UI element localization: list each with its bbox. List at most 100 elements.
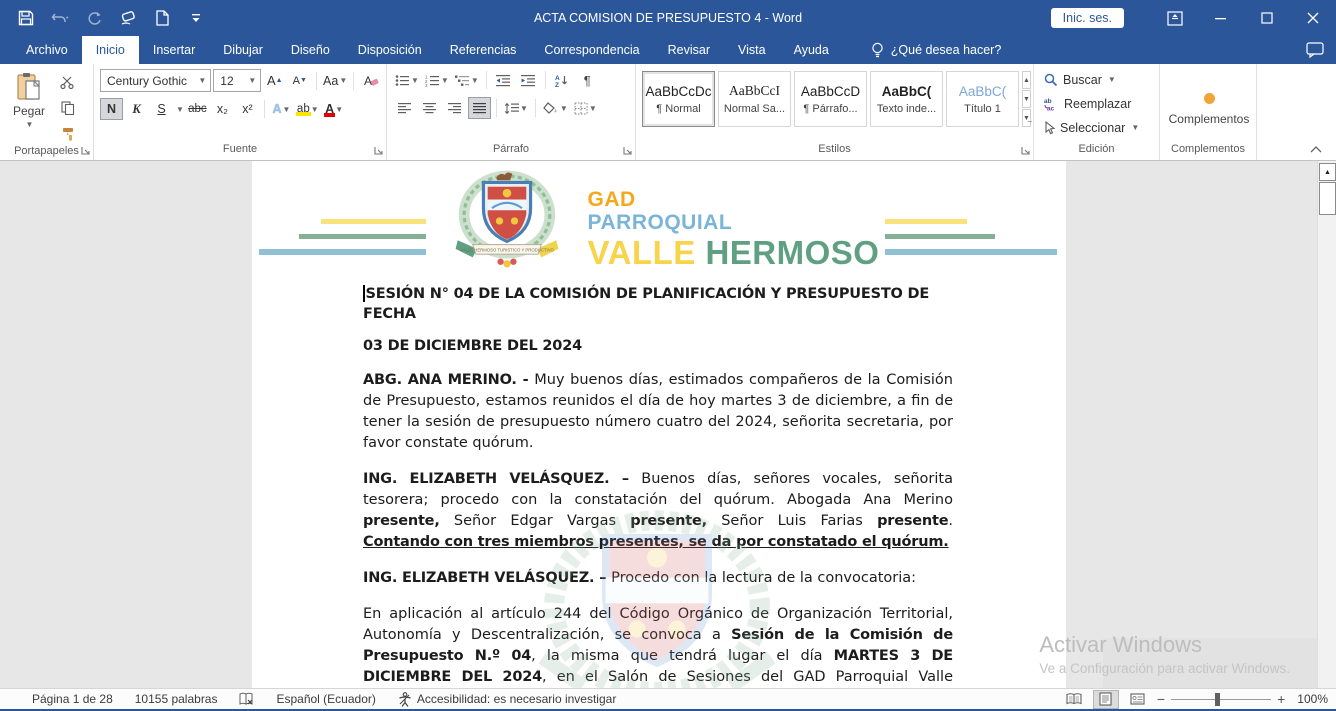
new-document-button[interactable] xyxy=(152,8,172,28)
scissors-icon xyxy=(60,76,75,89)
zoom-slider[interactable] xyxy=(1171,699,1271,700)
italic-button[interactable]: K xyxy=(125,98,148,120)
vertical-scrollbar[interactable]: ▲ xyxy=(1317,161,1336,688)
complementos-button[interactable]: Complementos xyxy=(1166,69,1252,143)
ribbon-display-options-button[interactable] xyxy=(1152,0,1198,36)
scrollbar-thumb[interactable] xyxy=(1319,182,1336,215)
tab-revisar[interactable]: Revisar xyxy=(654,36,724,64)
font-size-combo[interactable]: 12▼ xyxy=(213,69,261,92)
word-count[interactable]: 10155 palabras xyxy=(135,692,218,706)
font-dialog-launcher[interactable] xyxy=(374,146,383,158)
style-normal[interactable]: AaBbCcDc¶ Normal xyxy=(642,71,715,127)
web-layout-button[interactable] xyxy=(1125,690,1151,709)
increase-indent-button[interactable] xyxy=(517,69,540,91)
styles-scroll-up-button[interactable]: ▲ xyxy=(1022,71,1031,89)
shading-button[interactable]: ▼ xyxy=(541,97,570,119)
comments-button[interactable] xyxy=(1306,36,1324,64)
customize-qat-button[interactable] xyxy=(186,8,206,28)
style-texto-independiente[interactable]: AaBbC(Texto inde... xyxy=(870,71,943,127)
style-normal-sa[interactable]: AaBbCcINormal Sa... xyxy=(718,71,791,127)
accessibility-status[interactable]: Accesibilidad: es necesario investigar xyxy=(398,692,616,707)
page-indicator[interactable]: Página 1 de 28 xyxy=(32,692,113,706)
clipboard-dialog-launcher[interactable] xyxy=(81,146,90,158)
borders-button[interactable]: ▼ xyxy=(572,97,599,119)
proofing-status[interactable] xyxy=(239,692,254,706)
clear-formatting-button[interactable]: A xyxy=(359,70,382,92)
multilevel-list-button[interactable]: ▼ xyxy=(453,69,481,91)
numbering-button[interactable]: 123▼ xyxy=(423,69,451,91)
draw-touch-button[interactable] xyxy=(118,8,138,28)
find-button[interactable]: Buscar▼ xyxy=(1044,69,1155,90)
zoom-out-button[interactable]: − xyxy=(1157,691,1165,707)
subscript-button[interactable]: x₂ xyxy=(211,98,234,120)
cut-button[interactable] xyxy=(56,71,79,93)
font-color-button[interactable]: A▼ xyxy=(323,98,346,120)
superscript-button[interactable]: x² xyxy=(236,98,259,120)
minimize-button[interactable] xyxy=(1198,0,1244,36)
read-mode-button[interactable] xyxy=(1061,690,1087,709)
tab-diseno[interactable]: Diseño xyxy=(277,36,344,64)
close-button[interactable] xyxy=(1290,0,1336,36)
chevron-down-icon: ▼ xyxy=(411,76,419,85)
tab-vista[interactable]: Vista xyxy=(724,36,780,64)
bold-button[interactable]: N xyxy=(100,98,123,120)
align-left-button[interactable] xyxy=(393,97,416,119)
tab-inicio[interactable]: Inicio xyxy=(82,36,139,64)
chevron-down-icon[interactable]: ▼ xyxy=(176,105,184,114)
highlight-button[interactable]: ab▼ xyxy=(295,98,321,120)
zoom-in-button[interactable]: + xyxy=(1277,691,1285,707)
undo-button[interactable] xyxy=(50,8,70,28)
align-center-button[interactable] xyxy=(418,97,441,119)
sign-in-button[interactable]: Inic. ses. xyxy=(1051,8,1124,28)
replace-icon: abac xyxy=(1044,97,1059,111)
decrease-indent-button[interactable] xyxy=(492,69,515,91)
language-indicator[interactable]: Español (Ecuador) xyxy=(276,692,375,706)
style-titulo-1[interactable]: AaBbC(Título 1 xyxy=(946,71,1019,127)
format-painter-button[interactable] xyxy=(56,123,79,145)
styles-scroll-down-button[interactable]: ▼ xyxy=(1022,90,1031,108)
strikethrough-button[interactable]: abc xyxy=(186,98,209,120)
justify-button[interactable] xyxy=(468,97,491,119)
text-effects-button[interactable]: A▼ xyxy=(270,98,293,120)
style-parrafo[interactable]: AaBbCcD¶ Párrafo... xyxy=(794,71,867,127)
select-button[interactable]: Seleccionar▼ xyxy=(1044,117,1155,138)
replace-button[interactable]: abac Reemplazar xyxy=(1044,93,1155,114)
sort-button[interactable]: AZ xyxy=(551,69,574,91)
maximize-button[interactable] xyxy=(1244,0,1290,36)
shrink-font-button[interactable]: A▼ xyxy=(288,70,311,92)
line-spacing-icon xyxy=(504,102,519,115)
tab-disposicion[interactable]: Disposición xyxy=(344,36,436,64)
redo-button[interactable] xyxy=(84,8,104,28)
zoom-level[interactable]: 100% xyxy=(1297,692,1328,706)
styles-gallery: AaBbCcDc¶ Normal AaBbCcINormal Sa... AaB… xyxy=(642,69,1019,143)
bullets-button[interactable]: ▼ xyxy=(393,69,421,91)
group-label-edicion: Edición xyxy=(1078,143,1114,155)
tell-me-box[interactable]: ¿Qué desea hacer? xyxy=(857,36,1016,64)
save-button[interactable] xyxy=(16,8,36,28)
underline-button[interactable]: S xyxy=(150,98,173,120)
grow-font-button[interactable]: A▲ xyxy=(263,70,286,92)
collapse-ribbon-button[interactable] xyxy=(1310,142,1322,156)
font-name-combo[interactable]: Century Gothic▼ xyxy=(100,69,211,92)
tab-correspondencia[interactable]: Correspondencia xyxy=(530,36,653,64)
tab-insertar[interactable]: Insertar xyxy=(139,36,209,64)
tab-archivo[interactable]: Archivo xyxy=(12,36,82,64)
styles-dialog-launcher[interactable] xyxy=(1021,146,1030,158)
paragraph-dialog-launcher[interactable] xyxy=(623,146,632,158)
svg-text:A: A xyxy=(555,75,560,82)
change-case-button[interactable]: Aa▼ xyxy=(322,70,348,92)
tab-dibujar[interactable]: Dibujar xyxy=(209,36,277,64)
paste-button[interactable]: Pegar▼ xyxy=(6,69,52,145)
document-paragraphs[interactable]: SESIÓN N° 04 DE LA COMISIÓN DE PLANIFICA… xyxy=(363,285,953,688)
styles-more-button[interactable]: ▼̲ xyxy=(1022,109,1031,127)
document-page[interactable]: VALLE HERMOSO TURISTICO Y PRODUCTIVO GAD… xyxy=(252,161,1066,688)
zoom-slider-handle[interactable] xyxy=(1215,693,1220,706)
tab-referencias[interactable]: Referencias xyxy=(436,36,531,64)
scroll-up-button[interactable]: ▲ xyxy=(1319,163,1336,181)
print-layout-button[interactable] xyxy=(1093,690,1119,709)
line-spacing-button[interactable]: ▼ xyxy=(502,97,530,119)
align-right-button[interactable] xyxy=(443,97,466,119)
tab-ayuda[interactable]: Ayuda xyxy=(780,36,843,64)
show-paragraph-marks-button[interactable]: ¶ xyxy=(576,69,599,91)
copy-button[interactable] xyxy=(56,97,79,119)
